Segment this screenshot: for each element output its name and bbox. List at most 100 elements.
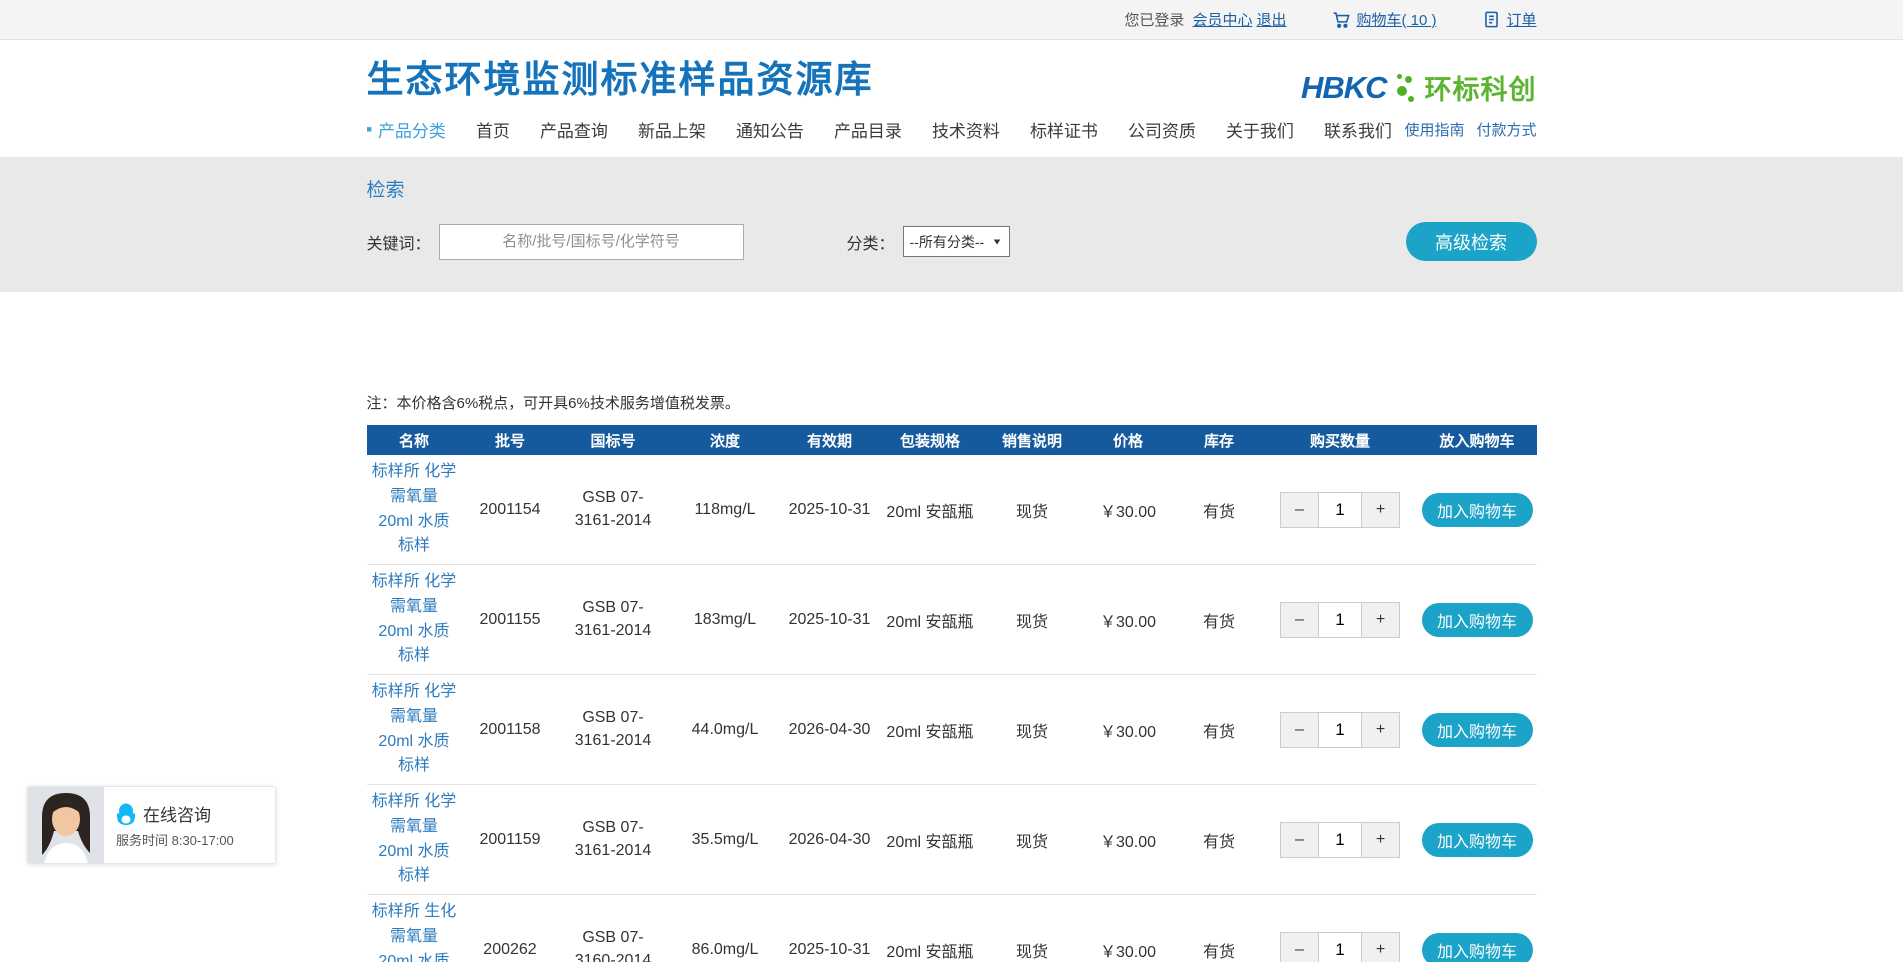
keyword-label: 关键词：: [367, 230, 431, 254]
keyword-input[interactable]: [439, 224, 744, 260]
chat-title: 在线咨询: [143, 801, 211, 826]
search-section: 检索 关键词： 分类： --所有分类-- ▼ 高级检索: [0, 157, 1903, 292]
product-name-link[interactable]: 标样所 化学需氧量 20ml 水质标样: [371, 570, 458, 669]
nav-item[interactable]: 新品上架: [638, 117, 706, 142]
batch-number-cell: 2001155: [462, 611, 559, 629]
quantity-input[interactable]: [1318, 713, 1362, 747]
quantity-plus-button[interactable]: +: [1362, 933, 1399, 962]
table-body: 标样所 化学需氧量 20ml 水质标样 2001154 GSB 07-3161-…: [367, 455, 1537, 962]
product-name-link[interactable]: 标样所 化学需氧量 20ml 水质标样: [371, 790, 458, 889]
batch-number-cell: 2001158: [462, 721, 559, 739]
sales-status-cell: 现货: [984, 828, 1081, 852]
add-to-cart-button[interactable]: 加入购物车: [1422, 603, 1533, 637]
concentration-cell: 118mg/L: [668, 501, 783, 519]
main-nav-items: ■ 产品分类 首页 产品查询 新品上架 通知公告 产品目录 技术资料 标样证书 公司资质 关于我们 联…: [367, 117, 1392, 142]
nav-item[interactable]: 通知公告: [736, 117, 804, 142]
member-center-link[interactable]: 会员中心: [1192, 9, 1252, 30]
nav-item-label: 技术资料: [932, 117, 1000, 142]
package-spec-cell: 20ml 安瓿瓶: [877, 718, 984, 742]
quantity-minus-button[interactable]: –: [1281, 493, 1318, 527]
advanced-search-button[interactable]: 高级检索: [1406, 222, 1537, 261]
price-cell: ￥30.00: [1081, 938, 1176, 962]
nav-item-label: 首页: [476, 117, 510, 142]
quantity-minus-button[interactable]: –: [1281, 713, 1318, 747]
batch-number-cell: 200262: [462, 941, 559, 959]
nav-item-label: 产品分类: [378, 117, 446, 142]
nav-item[interactable]: 公司资质: [1128, 117, 1196, 142]
package-spec-cell: 20ml 安瓿瓶: [877, 498, 984, 522]
quantity-stepper: – +: [1280, 602, 1400, 638]
nav-item[interactable]: 技术资料: [932, 117, 1000, 142]
add-to-cart-button[interactable]: 加入购物车: [1422, 713, 1533, 747]
add-to-cart-button[interactable]: 加入购物车: [1422, 493, 1533, 527]
logout-link[interactable]: 退出: [1256, 9, 1286, 30]
expiry-date-cell: 2025-10-31: [783, 941, 877, 959]
nav-item[interactable]: 产品目录: [834, 117, 902, 142]
quantity-minus-button[interactable]: –: [1281, 933, 1318, 962]
price-cell: ￥30.00: [1081, 828, 1176, 852]
quantity-minus-button[interactable]: –: [1281, 603, 1318, 637]
quantity-input[interactable]: [1318, 493, 1362, 527]
nav-item-label: 标样证书: [1030, 117, 1098, 142]
main-nav: ■ 产品分类 首页 产品查询 新品上架 通知公告 产品目录 技术资料 标样证书 公司资质 关于我们 联…: [367, 112, 1537, 146]
category-select-value: --所有分类--: [910, 232, 985, 252]
quantity-input[interactable]: [1318, 603, 1362, 637]
package-spec-cell: 20ml 安瓿瓶: [877, 608, 984, 632]
nav-item[interactable]: 首页: [476, 117, 510, 142]
expiry-date-cell: 2026-04-30: [783, 831, 877, 849]
category-label: 分类：: [847, 230, 895, 254]
utility-link[interactable]: 使用指南: [1404, 119, 1464, 140]
nav-item-label: 产品查询: [540, 117, 608, 142]
quantity-minus-button[interactable]: –: [1281, 823, 1318, 857]
quantity-stepper: – +: [1280, 822, 1400, 858]
nav-item[interactable]: 关于我们: [1226, 117, 1294, 142]
brand-abbr-text: HBKC: [1301, 70, 1387, 106]
nav-item[interactable]: 标样证书: [1030, 117, 1098, 142]
table-header-cell: 包装规格: [877, 430, 984, 451]
search-section-title: 检索: [367, 175, 1537, 202]
tax-note: 注：本价格含6%税点，可开具6%技术服务增值税发票。: [367, 392, 1537, 413]
quantity-input[interactable]: [1318, 933, 1362, 962]
site-header: 生态环境监测标准样品资源库 HBKC 环标科创 ■产品分类首页产品查询新品上架通…: [0, 40, 1903, 157]
category-select[interactable]: --所有分类-- ▼: [903, 226, 1010, 257]
table-row: 标样所 化学需氧量 20ml 水质标样 2001158 GSB 07-3161-…: [367, 675, 1537, 785]
quantity-plus-button[interactable]: +: [1362, 493, 1399, 527]
price-cell: ￥30.00: [1081, 718, 1176, 742]
quantity-stepper: – +: [1280, 932, 1400, 962]
nav-item-label: 新品上架: [638, 117, 706, 142]
table-header-cell: 批号: [462, 430, 559, 451]
table-header-cell: 国标号: [559, 430, 668, 451]
quantity-plus-button[interactable]: +: [1362, 603, 1399, 637]
gsb-number-cell: GSB 07-3160-2014: [559, 927, 668, 962]
online-chat-widget[interactable]: 在线咨询 服务时间 8:30-17:00: [27, 786, 276, 864]
chat-service-hours: 服务时间 8:30-17:00: [116, 830, 275, 849]
chevron-down-icon: ▼: [992, 237, 1003, 247]
cart-link[interactable]: 购物车( 10 ): [1332, 9, 1436, 30]
login-status-text: 您已登录: [1124, 9, 1184, 30]
product-name-link[interactable]: 标样所 化学需氧量 20ml 水质标样: [371, 460, 458, 559]
table-header-cell: 名称: [367, 430, 462, 451]
product-name-link[interactable]: 标样所 化学需氧量 20ml 水质标样: [371, 680, 458, 779]
expiry-date-cell: 2025-10-31: [783, 611, 877, 629]
add-to-cart-button[interactable]: 加入购物车: [1422, 823, 1533, 857]
orders-link[interactable]: 订单: [1482, 9, 1536, 30]
product-name-link[interactable]: 标样所 生化需氧量 20ml 水质标样: [371, 900, 458, 962]
quantity-plus-button[interactable]: +: [1362, 823, 1399, 857]
table-row: 标样所 化学需氧量 20ml 水质标样 2001155 GSB 07-3161-…: [367, 565, 1537, 675]
quantity-input[interactable]: [1318, 823, 1362, 857]
table-header-cell: 浓度: [668, 430, 783, 451]
stock-status-cell: 有货: [1176, 828, 1263, 852]
nav-item[interactable]: 产品查询: [540, 117, 608, 142]
site-logo[interactable]: 生态环境监测标准样品资源库: [367, 60, 874, 101]
add-to-cart-button[interactable]: 加入购物车: [1422, 933, 1533, 962]
nav-item[interactable]: ■ 产品分类: [367, 117, 446, 142]
nav-item[interactable]: 联系我们: [1324, 117, 1392, 142]
nav-active-bullet-icon: ■: [367, 125, 372, 134]
table-row: 标样所 生化需氧量 20ml 水质标样 200262 GSB 07-3160-2…: [367, 895, 1537, 962]
batch-number-cell: 2001154: [462, 501, 559, 519]
quantity-plus-button[interactable]: +: [1362, 713, 1399, 747]
sales-status-cell: 现货: [984, 718, 1081, 742]
table-header-cell: 有效期: [783, 430, 877, 451]
qq-penguin-icon: [116, 803, 136, 825]
utility-link[interactable]: 付款方式: [1476, 119, 1536, 140]
